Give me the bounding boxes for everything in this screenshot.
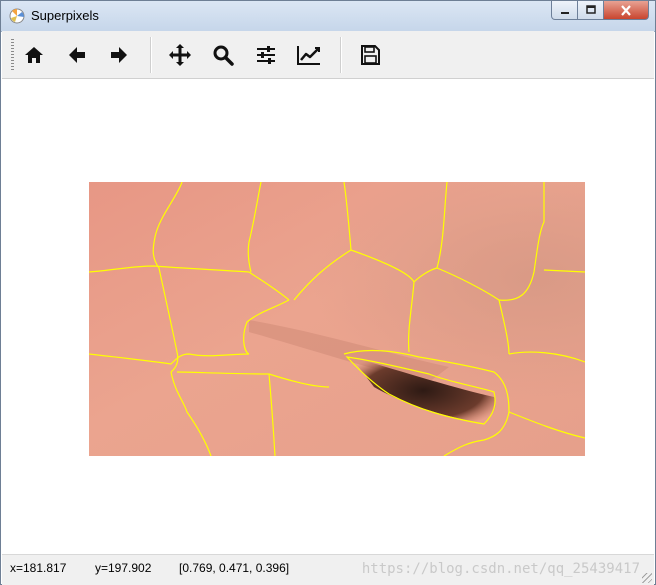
configure-subplots-button[interactable] bbox=[251, 40, 281, 70]
save-button[interactable] bbox=[355, 40, 385, 70]
zoom-button[interactable] bbox=[208, 40, 238, 70]
minimize-button[interactable] bbox=[551, 1, 578, 20]
window-title: Superpixels bbox=[31, 8, 99, 23]
minimize-icon bbox=[560, 12, 569, 14]
sliders-icon bbox=[257, 46, 275, 64]
resize-grip[interactable] bbox=[642, 573, 652, 583]
skin-shading bbox=[89, 182, 585, 456]
cursor-x-readout: x=181.817 bbox=[10, 561, 67, 575]
forward-button[interactable] bbox=[104, 40, 134, 70]
back-button[interactable] bbox=[62, 40, 92, 70]
floppy-disk-icon bbox=[361, 45, 380, 65]
figure-canvas[interactable] bbox=[2, 79, 654, 553]
arrow-left-icon bbox=[69, 47, 85, 63]
toolbar-separator bbox=[150, 37, 152, 73]
close-icon bbox=[621, 4, 631, 16]
close-button[interactable] bbox=[604, 1, 649, 20]
search-icon bbox=[213, 45, 234, 66]
move-icon bbox=[169, 44, 191, 66]
title-bar: Superpixels bbox=[1, 1, 655, 32]
matplotlib-icon bbox=[9, 8, 25, 24]
arrow-right-icon bbox=[111, 47, 127, 63]
maximize-icon bbox=[585, 5, 596, 14]
line-chart-icon bbox=[297, 46, 320, 65]
app-window: Superpixels x=181.817 y=197.902 [0.769, … bbox=[0, 0, 656, 585]
maximize-button[interactable] bbox=[578, 1, 604, 20]
edit-axes-button[interactable] bbox=[294, 40, 324, 70]
home-button[interactable] bbox=[19, 40, 49, 70]
navigation-toolbar bbox=[2, 31, 654, 79]
window-controls bbox=[551, 1, 649, 21]
watermark-text: https://blog.csdn.net/qq_25439417 bbox=[361, 561, 640, 577]
pan-button[interactable] bbox=[165, 40, 195, 70]
cursor-y-readout: y=197.902 bbox=[95, 561, 152, 575]
toolbar-grip[interactable] bbox=[11, 39, 14, 71]
superpixel-image[interactable] bbox=[89, 182, 585, 456]
home-icon bbox=[25, 47, 43, 63]
status-bar: x=181.817 y=197.902 [0.769, 0.471, 0.396… bbox=[2, 554, 654, 585]
pixel-value-readout: [0.769, 0.471, 0.396] bbox=[179, 561, 290, 575]
toolbar-separator bbox=[340, 37, 342, 73]
